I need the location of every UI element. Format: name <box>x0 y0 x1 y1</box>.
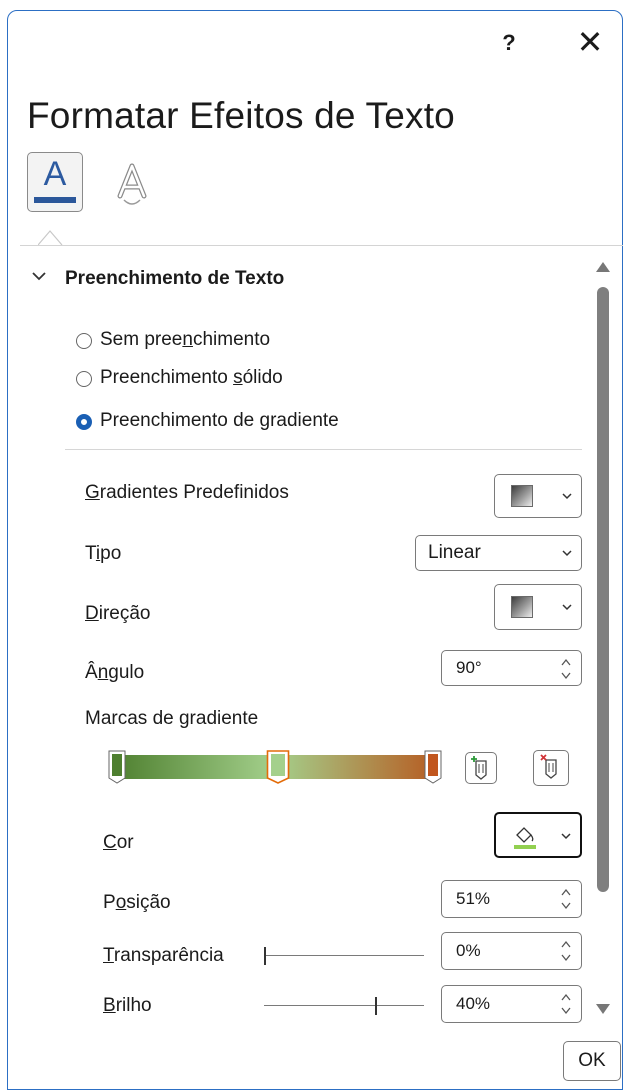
radio-label-solid-fill[interactable]: Preenchimento sólido <box>100 367 283 389</box>
position-spinner[interactable]: 51% <box>441 880 582 918</box>
spin-arrows-icon[interactable] <box>559 885 573 913</box>
brightness-slider[interactable] <box>264 995 424 1017</box>
transparency-slider[interactable] <box>264 945 424 967</box>
radio-no-fill[interactable] <box>76 333 92 349</box>
radio-label-no-fill[interactable]: Sem preenchimento <box>100 329 270 351</box>
scroll-up-arrow-icon[interactable] <box>596 262 610 272</box>
angle-value: 90° <box>456 658 482 677</box>
gradient-preview-swatch <box>511 485 533 507</box>
chevron-down-icon <box>562 604 572 611</box>
label-gradient-angle: Ângulo <box>85 662 145 683</box>
gradient-direction-dropdown[interactable] <box>494 584 582 630</box>
add-gradient-stop-button[interactable] <box>465 752 497 784</box>
label-preset-gradients: Gradientes Predefinidos <box>85 482 289 503</box>
brightness-spinner[interactable]: 40% <box>441 985 582 1023</box>
label-gradient-direction: Direção <box>85 603 151 624</box>
preset-gradients-dropdown[interactable] <box>494 474 582 518</box>
gradient-type-select[interactable]: Linear <box>415 535 582 571</box>
brightness-slider-thumb[interactable] <box>375 997 377 1015</box>
gradient-type-value: Linear <box>428 542 481 563</box>
transparency-slider-track <box>264 955 424 956</box>
label-position: Posição <box>103 892 171 913</box>
scroll-down-arrow-icon[interactable] <box>596 1004 610 1014</box>
paint-bucket-icon <box>514 827 536 849</box>
label-brightness: Brilho <box>103 995 152 1016</box>
chevron-down-icon[interactable] <box>31 268 47 284</box>
help-button[interactable]: ? <box>497 30 521 56</box>
section-title-text-fill[interactable]: Preenchimento de Texto <box>65 268 284 290</box>
radio-label-gradient-fill[interactable]: Preenchimento de gradiente <box>100 410 339 432</box>
spin-arrows-icon[interactable] <box>559 990 573 1018</box>
remove-gradient-stop-icon <box>540 754 557 779</box>
transparency-slider-thumb[interactable] <box>264 947 266 965</box>
radio-gradient-fill[interactable] <box>76 414 92 430</box>
scrollbar-thumb[interactable] <box>597 287 609 892</box>
chevron-down-icon <box>561 833 571 840</box>
text-fill-color-bar <box>34 197 76 203</box>
color-picker-dropdown[interactable] <box>494 812 582 858</box>
label-color: Cor <box>103 832 134 853</box>
add-gradient-stop-icon <box>471 756 487 780</box>
transparency-spinner[interactable]: 0% <box>441 932 582 970</box>
gradient-stop-3[interactable] <box>424 750 442 784</box>
spin-arrows-icon[interactable] <box>559 937 573 965</box>
gradient-stop-1[interactable] <box>108 750 126 784</box>
chevron-down-icon <box>562 550 572 557</box>
text-effects-icon <box>117 163 147 205</box>
tab-separator <box>20 245 623 246</box>
brightness-slider-track <box>264 1005 424 1006</box>
close-button[interactable]: ✕ <box>570 22 610 62</box>
ok-button[interactable]: OK <box>563 1041 621 1081</box>
spin-arrows-icon[interactable] <box>559 655 573 683</box>
dialog-title: Formatar Efeitos de Texto <box>27 95 455 136</box>
section-divider <box>65 449 582 450</box>
transparency-value: 0% <box>456 941 481 960</box>
direction-preview-swatch <box>511 596 533 618</box>
chevron-down-icon <box>562 493 572 500</box>
label-gradient-type: Tipo <box>85 543 122 564</box>
label-transparency: Transparência <box>103 945 224 966</box>
tab-text-fill-outline[interactable]: A <box>27 152 83 212</box>
gradient-stops-track[interactable] <box>105 750 445 784</box>
text-fill-outline-icon: A <box>43 155 67 193</box>
brightness-value: 40% <box>456 994 491 1013</box>
tab-text-effects[interactable] <box>110 160 154 210</box>
angle-spinner[interactable]: 90° <box>441 650 582 686</box>
gradient-stop-2-selected[interactable] <box>266 750 290 784</box>
position-value: 51% <box>456 889 491 908</box>
remove-gradient-stop-button[interactable] <box>533 750 569 786</box>
label-gradient-stops: Marcas de gradiente <box>85 708 259 729</box>
radio-solid-fill[interactable] <box>76 371 92 387</box>
